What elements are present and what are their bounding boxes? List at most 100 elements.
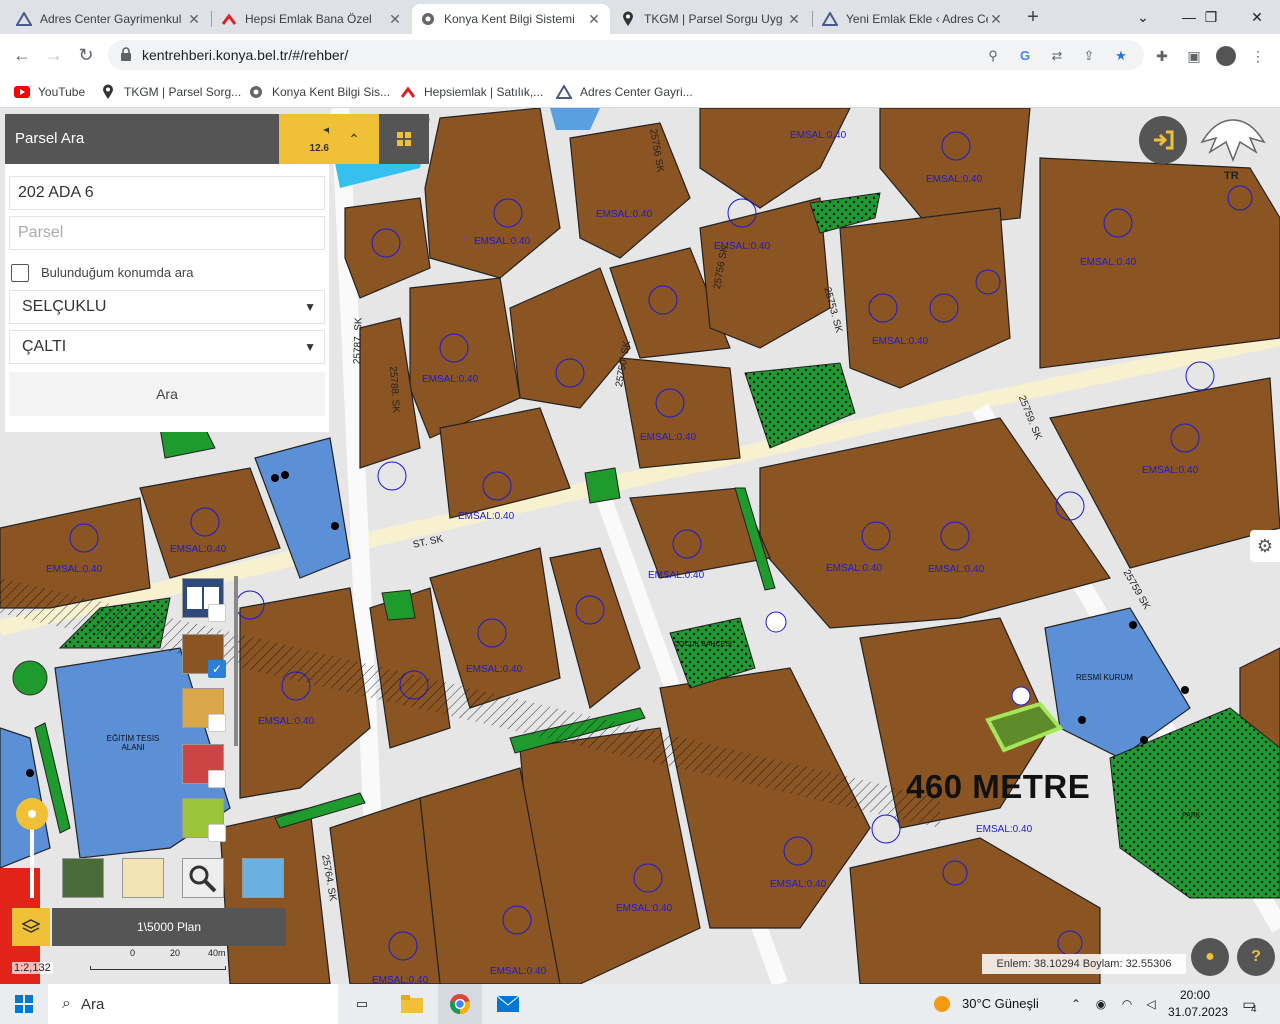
- hepsiemlak-icon: [400, 84, 416, 100]
- chat-icon: ●: [1205, 948, 1215, 965]
- layer-checkbox[interactable]: [208, 714, 226, 732]
- close-icon[interactable]: ✕: [988, 11, 1004, 28]
- plan-label[interactable]: 1\5000 Plan: [52, 908, 286, 946]
- chevron-up-icon[interactable]: ⌃: [1066, 984, 1086, 1024]
- area-label: PARK: [1182, 812, 1201, 819]
- adres-center-icon: [556, 84, 572, 100]
- parcel-search-panel: Parsel Ara 12.609M ⌃ 202 ADA 6 Parsel Bu…: [5, 114, 429, 432]
- location-icon[interactable]: ⚲: [984, 47, 1002, 65]
- chevron-down-icon: ▼: [304, 340, 316, 354]
- tab-hepsiemlak[interactable]: Hepsi Emlak Bana Özel ✕: [213, 4, 411, 34]
- ada-input[interactable]: 202 ADA 6: [9, 176, 325, 210]
- extensions-icon[interactable]: ✚: [1152, 46, 1172, 66]
- bookmark-star-icon[interactable]: ★: [1112, 47, 1130, 65]
- help-button[interactable]: ?: [1237, 938, 1275, 976]
- new-tab-button[interactable]: +: [1020, 6, 1046, 28]
- layer-checkbox-checked[interactable]: ✓: [208, 660, 226, 678]
- search-button[interactable]: Ara: [9, 372, 325, 416]
- collapse-panel-button[interactable]: ⌃: [329, 114, 379, 164]
- chrome-taskbar-button[interactable]: [438, 984, 482, 1024]
- basemap-street[interactable]: [122, 858, 164, 898]
- layer-checkbox[interactable]: [208, 604, 226, 622]
- chrome-icon: [450, 994, 470, 1014]
- login-button[interactable]: [1139, 116, 1187, 164]
- emsal-label: EMSAL:0.40: [422, 374, 479, 385]
- basemap-search[interactable]: [182, 858, 224, 898]
- close-icon[interactable]: ✕: [186, 11, 202, 28]
- wifi-icon[interactable]: ◠: [1116, 984, 1138, 1024]
- zoom-slider-handle[interactable]: [16, 798, 48, 830]
- forward-button[interactable]: →: [42, 43, 66, 67]
- close-icon[interactable]: ✕: [586, 11, 602, 28]
- bookmark-tkgm[interactable]: TKGM | Parsel Sorg...: [100, 82, 241, 102]
- notifications-button[interactable]: ▭ 4: [1234, 984, 1264, 1024]
- reload-button[interactable]: ↻: [74, 43, 98, 67]
- file-explorer-button[interactable]: [390, 984, 434, 1024]
- panel-title: Parsel Ara: [5, 114, 279, 164]
- scale-tick: 40m: [208, 948, 226, 958]
- location-checkbox[interactable]: [11, 264, 29, 282]
- taskbar-search[interactable]: ⌕ Ara: [48, 984, 338, 1024]
- chat-button[interactable]: ●: [1191, 938, 1229, 976]
- emsal-label: EMSAL:0.40: [616, 903, 673, 914]
- tab-tkgm[interactable]: TKGM | Parsel Sorgu Uyg ✕: [612, 4, 810, 34]
- chevron-down-icon[interactable]: ⌄: [1120, 0, 1166, 34]
- layer-slider-track[interactable]: [234, 576, 238, 746]
- weather-text[interactable]: 30°C Güneşli: [962, 996, 1039, 1011]
- bookmark-youtube[interactable]: YouTube: [14, 82, 85, 102]
- emsal-label: EMSAL:0.40: [872, 336, 929, 347]
- start-button[interactable]: [0, 984, 48, 1024]
- basemap-heatmap[interactable]: [242, 858, 284, 898]
- share-icon[interactable]: ⇪: [1080, 47, 1098, 65]
- clock-time[interactable]: 20:00: [1180, 988, 1210, 1002]
- parsel-input[interactable]: Parsel: [9, 216, 325, 250]
- emsal-label: EMSAL:0.40: [458, 511, 515, 522]
- bookmark-adres-center[interactable]: Adres Center Gayri...: [556, 82, 693, 102]
- tab-adres-center[interactable]: Adres Center Gayrimenkul ✕: [8, 4, 210, 34]
- avatar[interactable]: [1216, 46, 1236, 66]
- address-bar[interactable]: kentrehberi.konya.bel.tr/#/rehber/ ⚲ G ⇄…: [108, 40, 1144, 70]
- emsal-label: EMSAL:0.40: [46, 564, 103, 575]
- district-select[interactable]: SELÇUKLU ▼: [9, 290, 325, 324]
- emsal-label: EMSAL:0.40: [474, 236, 531, 247]
- measure-label: 460 METRE: [906, 768, 1091, 805]
- meet-icon[interactable]: ◉: [1090, 984, 1112, 1024]
- translate-icon[interactable]: ⇄: [1048, 47, 1066, 65]
- map-canvas[interactable]: EMSAL:0.40 EMSAL:0.40 EMSAL:0.40 EMSAL:0…: [0, 108, 1280, 984]
- volume-icon[interactable]: ◁: [1140, 984, 1162, 1024]
- emsal-label: EMSAL:0.40: [596, 209, 653, 220]
- close-window-button[interactable]: ✕: [1234, 0, 1280, 34]
- back-button[interactable]: ←: [10, 43, 34, 67]
- emsal-label: EMSAL:0.40: [826, 563, 883, 574]
- restore-button[interactable]: ❐: [1188, 0, 1234, 34]
- coordinate-readout: Enlem: 38.10294 Boylam: 32.55306: [982, 954, 1186, 974]
- bookmark-konya[interactable]: Konya Kent Bilgi Sis...: [248, 82, 390, 102]
- bookmark-hepsiemlak[interactable]: Hepsiemlak | Satılık,...: [400, 82, 543, 102]
- basemap-satellite[interactable]: [62, 858, 104, 898]
- clock-date[interactable]: 31.07.2023: [1168, 1005, 1228, 1019]
- settings-gear-button[interactable]: ⚙: [1250, 530, 1280, 562]
- check-icon: ✓: [211, 662, 223, 676]
- layer-checkbox[interactable]: [208, 770, 226, 788]
- map-pin-icon: [620, 11, 636, 27]
- sidebar-icon[interactable]: ▣: [1184, 46, 1204, 66]
- tab-yeni-emlak[interactable]: Yeni Emlak Ekle ‹ Adres Ce ✕: [814, 4, 1012, 34]
- menu-icon[interactable]: ⋮: [1248, 46, 1268, 66]
- grid-menu-button[interactable]: [379, 114, 429, 164]
- close-icon[interactable]: ✕: [387, 11, 403, 28]
- scale-tick: 20: [170, 948, 181, 958]
- mail-button[interactable]: [486, 984, 530, 1024]
- neighborhood-select[interactable]: ÇALTI ▼: [9, 330, 325, 364]
- task-view-icon: ▭: [355, 996, 369, 1011]
- emsal-label: EMSAL:0.40: [490, 966, 547, 977]
- emsal-label: EMSAL:0.40: [466, 664, 523, 675]
- close-icon[interactable]: ✕: [786, 11, 802, 28]
- google-icon[interactable]: G: [1016, 47, 1034, 65]
- layer-checkbox[interactable]: [208, 824, 226, 842]
- task-view-button[interactable]: ▭: [340, 984, 384, 1024]
- sign-in-icon: [1154, 130, 1174, 150]
- layers-button[interactable]: [12, 908, 50, 946]
- notification-count: 4: [1251, 1004, 1257, 1015]
- weather-icon: [930, 984, 954, 1024]
- tab-konya-kent[interactable]: Konya Kent Bilgi Sistemi ✕: [412, 4, 610, 34]
